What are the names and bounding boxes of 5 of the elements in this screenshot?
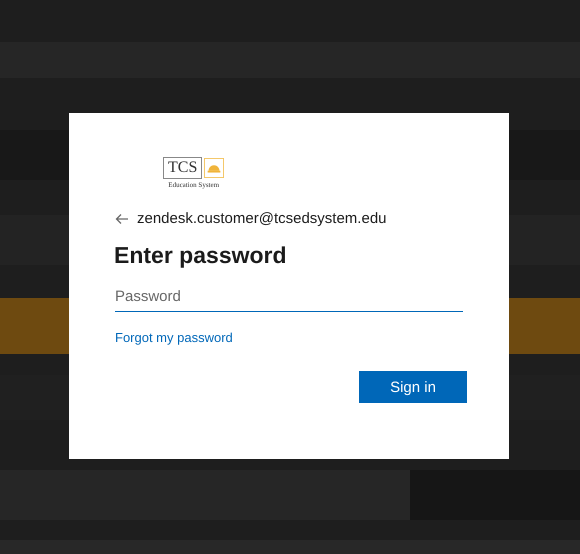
sign-in-button[interactable]: Sign in	[359, 371, 467, 403]
dialog-title: Enter password	[114, 241, 288, 270]
back-arrow-icon[interactable]	[115, 212, 129, 224]
forgot-password-link[interactable]: Forgot my password	[115, 330, 233, 345]
account-email: zendesk.customer@tcsedsystem.edu	[137, 210, 386, 227]
